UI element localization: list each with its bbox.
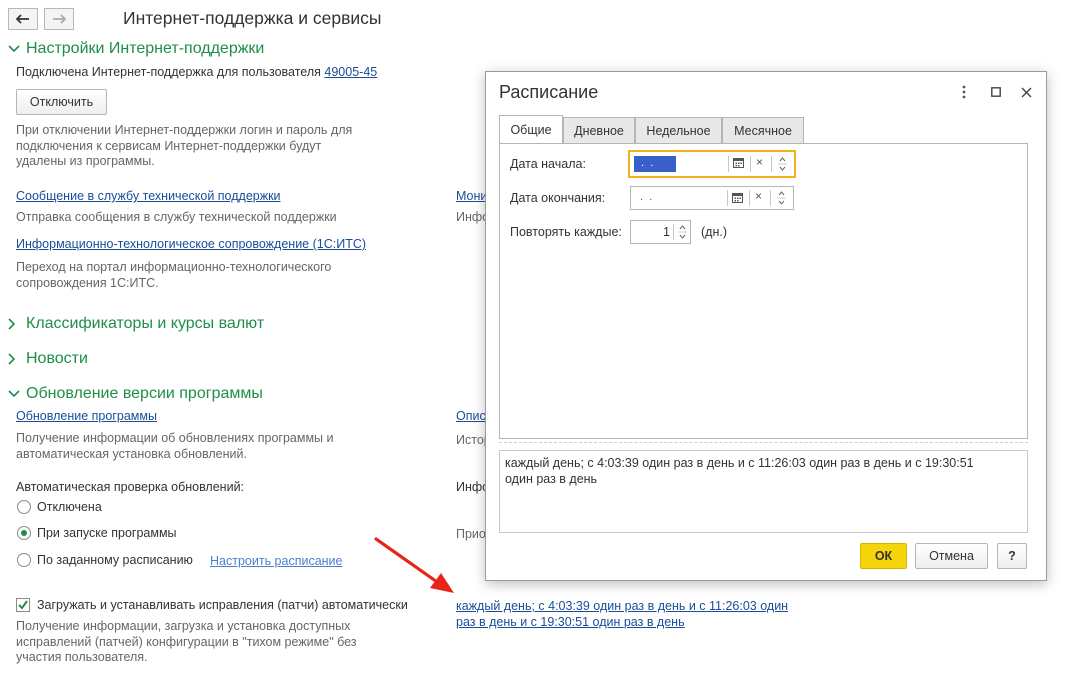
arrow-right-icon — [53, 14, 66, 24]
calendar-icon — [732, 193, 743, 203]
date-spinner[interactable] — [777, 189, 786, 210]
section-title: Обновление версии программы — [26, 385, 263, 402]
arrow-left-icon — [16, 14, 29, 24]
annotation-arrow-icon — [374, 537, 454, 593]
section-classifiers-header[interactable]: Классификаторы и курсы валют — [8, 315, 264, 333]
repeat-field[interactable]: 1 — [630, 220, 691, 244]
section-update-header[interactable]: Обновление версии программы — [8, 385, 263, 403]
section-title: Новости — [26, 350, 88, 367]
radio-on-start-label: При запуске программы — [37, 526, 177, 540]
splitter[interactable] — [499, 442, 1028, 443]
dialog-title: Расписание — [499, 82, 599, 102]
section-support-settings-header[interactable]: Настройки Интернет-поддержки — [8, 40, 264, 58]
priority-label-partial: Прио — [456, 527, 486, 541]
patch-checkbox-label: Загружать и устанавливать исправления (п… — [37, 598, 408, 612]
connected-label: Подключена Интернет-поддержка для пользо… — [16, 65, 321, 79]
schedule-dialog: Расписание Общие Дневное Недельное Месяч… — [485, 71, 1047, 581]
clear-icon[interactable]: × — [755, 189, 762, 203]
radio-by-schedule-label: По заданному расписанию — [37, 553, 193, 567]
radio-by-schedule[interactable] — [17, 553, 31, 567]
user-link[interactable]: 49005-45 — [324, 65, 377, 79]
forward-button[interactable] — [44, 8, 74, 30]
section-title: Классификаторы и курсы валют — [26, 315, 265, 332]
patch-desc: Получение информации, загрузка и установ… — [16, 619, 357, 666]
calendar-icon — [733, 158, 744, 168]
spinner-icon — [777, 191, 786, 205]
update-desc: Получение информации об обновлениях прог… — [16, 431, 334, 462]
ok-button[interactable]: ОК — [860, 543, 907, 569]
connected-row: Подключена Интернет-поддержка для пользо… — [16, 65, 377, 79]
support-message-desc: Отправка сообщения в службу технической … — [16, 210, 337, 224]
tab-daily[interactable]: Дневное — [563, 117, 635, 143]
its-desc: Переход на портал информационно-технолог… — [16, 260, 331, 291]
checkmark-icon — [18, 600, 28, 610]
auto-check-label: Автоматическая проверка обновлений: — [16, 480, 245, 494]
monitoring-link-partial[interactable]: Мони — [456, 189, 487, 203]
chevron-right-icon — [8, 318, 16, 330]
patch-desc-line: исправлений (патчей) конфигурации в "тих… — [16, 634, 357, 649]
chevron-right-icon — [8, 353, 16, 365]
repeat-unit: (дн.) — [701, 225, 727, 239]
tab-monthly[interactable]: Месячное — [722, 117, 804, 143]
cancel-button[interactable]: Отмена — [915, 543, 988, 569]
spinner-icon — [678, 225, 687, 239]
end-date-field[interactable]: . . × — [630, 186, 794, 210]
repeat-spinner[interactable] — [678, 223, 687, 244]
maximize-button[interactable] — [988, 84, 1004, 100]
clear-icon[interactable]: × — [756, 155, 763, 169]
section-title: Настройки Интернет-поддержки — [26, 40, 265, 57]
end-date-value[interactable]: . . — [637, 191, 652, 203]
disconnect-note: При отключении Интернет-поддержки логин … — [16, 123, 352, 170]
page-title: Интернет-поддержка и сервисы — [123, 8, 382, 28]
note-line: подключения к сервисам Интернет-поддержк… — [16, 138, 322, 153]
chevron-down-icon — [8, 45, 20, 53]
more-vertical-icon — [962, 85, 966, 99]
note-line: При отключении Интернет-поддержки логин … — [16, 123, 353, 137]
patch-desc-line: Получение информации, загрузка и установ… — [16, 619, 351, 633]
its-desc-line: Переход на портал информационно-технолог… — [16, 260, 332, 274]
radio-disabled-label: Отключена — [37, 500, 102, 514]
more-actions-button[interactable] — [956, 84, 972, 100]
update-desc-line: Получение информации об обновлениях прог… — [16, 431, 334, 445]
schedule-link[interactable]: каждый день; с 4:03:39 один раз в день и… — [456, 598, 788, 630]
note-line: удалены из программы. — [16, 154, 155, 168]
tab-weekly[interactable]: Недельное — [635, 117, 722, 143]
update-program-link[interactable]: Обновление программы — [16, 409, 157, 423]
back-button[interactable] — [8, 8, 38, 30]
schedule-description: каждый день; с 4:03:39 один раз в день и… — [499, 450, 1028, 533]
support-message-link[interactable]: Сообщение в службу технической поддержки — [16, 189, 281, 203]
schedule-link-line[interactable]: раз в день и с 19:30:51 один раз в день — [456, 614, 788, 630]
description-link-partial[interactable]: Опис — [456, 409, 486, 423]
its-link[interactable]: Информационно-технологическое сопровожде… — [16, 237, 366, 251]
chevron-down-icon — [8, 390, 20, 398]
close-icon — [1021, 87, 1031, 97]
patch-desc-line: участия пользователя. — [16, 650, 148, 664]
close-button[interactable] — [1018, 84, 1034, 100]
radio-disabled[interactable] — [17, 500, 31, 514]
update-desc-line: автоматическая установка обновлений. — [16, 446, 247, 461]
repeat-label: Повторять каждые: — [510, 225, 622, 239]
section-news-header[interactable]: Новости — [8, 350, 88, 368]
patch-checkbox[interactable] — [16, 598, 30, 612]
end-date-label: Дата окончания: — [510, 191, 606, 205]
calendar-button[interactable] — [732, 192, 743, 206]
maximize-icon — [991, 87, 1001, 97]
repeat-value[interactable]: 1 — [637, 225, 670, 239]
tab-panel-general: Дата начала: . . × Дата окончания: . . × — [499, 143, 1028, 439]
schedule-link-line[interactable]: каждый день; с 4:03:39 один раз в день и… — [456, 598, 788, 614]
calendar-button[interactable] — [733, 157, 744, 171]
date-spinner[interactable] — [778, 155, 787, 176]
its-desc-line: сопровождения 1С:ИТС. — [16, 275, 159, 290]
tab-general[interactable]: Общие — [499, 115, 563, 143]
radio-on-start[interactable] — [17, 526, 31, 540]
disconnect-button[interactable]: Отключить — [16, 89, 107, 115]
configure-schedule-link[interactable]: Настроить расписание — [210, 554, 343, 568]
start-date-label: Дата начала: — [510, 157, 586, 171]
start-date-value[interactable]: . . — [634, 156, 676, 172]
help-button[interactable]: ? — [997, 543, 1027, 569]
start-date-field[interactable]: . . × — [628, 150, 796, 178]
spinner-icon — [778, 157, 787, 171]
